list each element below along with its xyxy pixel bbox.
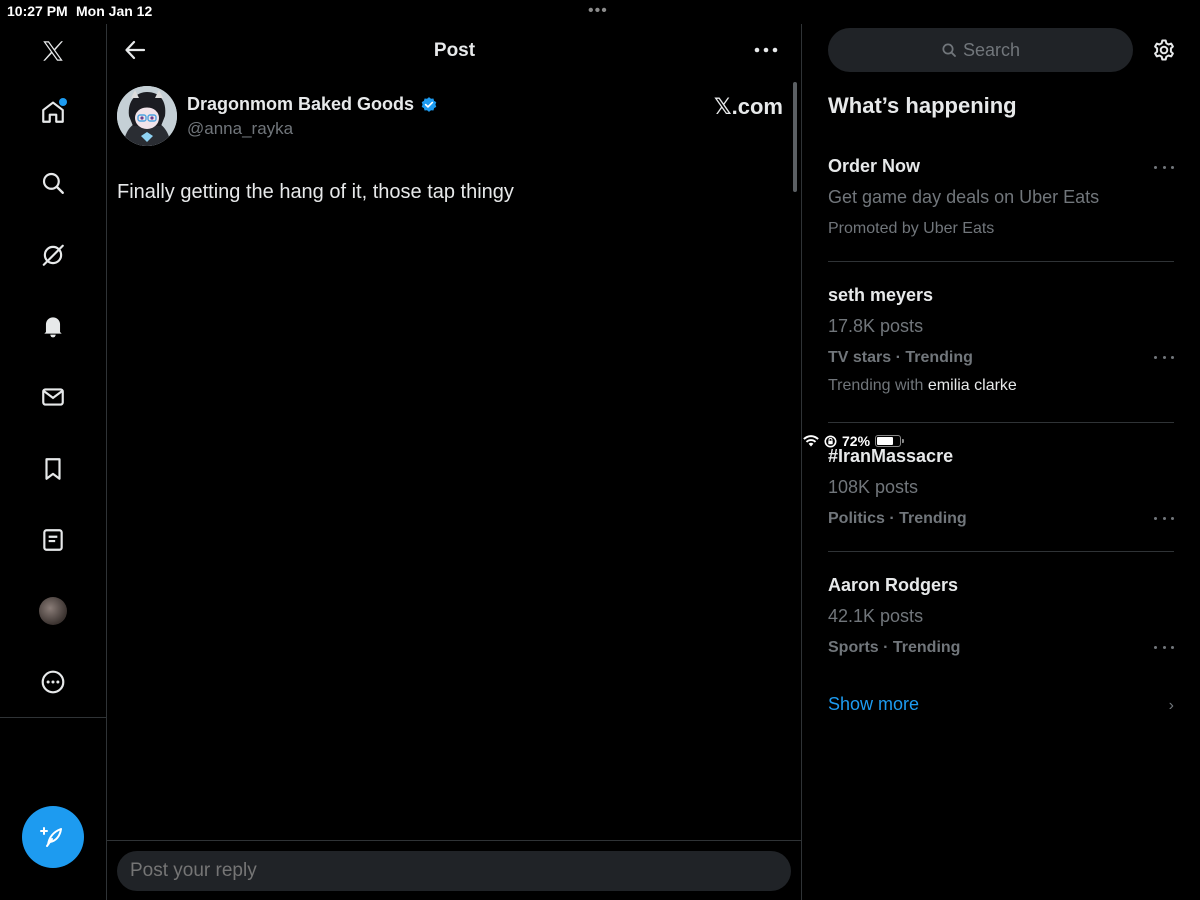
- nav-grok[interactable]: [36, 238, 70, 272]
- trend-title: Aaron Rodgers: [828, 575, 959, 595]
- trend-title: #IranMassacre: [828, 446, 954, 466]
- trend-post-count: 42.1K posts: [828, 606, 924, 626]
- nav-lists[interactable]: [36, 523, 70, 557]
- multitasking-dots-icon[interactable]: •••: [588, 2, 608, 20]
- trend-related: Trending with emilia clarke: [828, 377, 1017, 395]
- lists-icon: [43, 529, 63, 551]
- scrollbar[interactable]: [793, 82, 797, 192]
- nav-notifications[interactable]: [36, 309, 70, 343]
- nav-more[interactable]: [36, 665, 70, 699]
- trend-related-prefix: Trending with: [828, 377, 928, 394]
- post-header: Post: [107, 24, 802, 76]
- trend-more-icon[interactable]: [1154, 642, 1174, 652]
- nav-explore[interactable]: [36, 166, 70, 200]
- trend-item[interactable]: Order Now Get game day deals on Uber Eat…: [828, 156, 1174, 246]
- search-placeholder: Search: [962, 39, 1021, 60]
- x-logo-icon: [43, 41, 63, 61]
- right-sidebar: Search What’s happening Order Now Get ga…: [803, 24, 1200, 900]
- settings-button[interactable]: [1150, 36, 1178, 64]
- whats-happening-title: What’s happening: [828, 93, 1017, 118]
- status-time: 10:27 PM: [7, 3, 68, 19]
- more-horizontal-icon: [754, 47, 778, 53]
- search-icon: [42, 172, 64, 194]
- author-avatar-image: [117, 86, 177, 146]
- author-handle[interactable]: @anna_rayka: [187, 119, 293, 139]
- trend-promoted: Promoted by Uber Eats: [828, 220, 995, 237]
- nav-messages[interactable]: [36, 380, 70, 414]
- bookmark-icon: [45, 458, 61, 480]
- trend-title: seth meyers: [828, 285, 934, 305]
- trend-category: Politics · Trending: [828, 510, 967, 527]
- gear-icon: [1154, 39, 1174, 61]
- compose-feather-icon: [40, 827, 62, 847]
- trend-divider: [828, 422, 1174, 423]
- trend-divider: [828, 551, 1174, 552]
- nav-profile[interactable]: [36, 594, 70, 628]
- trend-post-count: 108K posts: [828, 477, 919, 497]
- trend-item[interactable]: #IranMassacre 108K posts Politics · Tren…: [828, 446, 1174, 536]
- compose-button[interactable]: [22, 806, 84, 868]
- trend-related-term[interactable]: emilia clarke: [928, 377, 1017, 394]
- trend-title: Order Now: [828, 156, 921, 176]
- x-logo[interactable]: [36, 34, 70, 68]
- reply-input[interactable]: [117, 851, 791, 891]
- nav-divider: [0, 717, 107, 718]
- author-name[interactable]: Dragonmom Baked Goods: [187, 94, 438, 115]
- trend-more-icon[interactable]: [1154, 162, 1174, 172]
- author-avatar[interactable]: [117, 86, 177, 146]
- post-column: Post Dragonmom Baked Goods @anna_rayka 𝕏…: [107, 24, 802, 900]
- trend-item[interactable]: Aaron Rodgers 42.1K posts Sports · Trend…: [828, 575, 1174, 665]
- page-title: Post: [433, 40, 476, 61]
- trend-more-icon[interactable]: [1154, 513, 1174, 523]
- status-bar: 10:27 PM Mon Jan 12 ••• 72%: [0, 0, 1200, 449]
- more-circle-icon: [41, 670, 65, 694]
- reply-divider: [107, 840, 802, 841]
- post-text: Finally getting the hang of it, those ta…: [117, 181, 514, 203]
- show-more-link[interactable]: Show more ›: [828, 694, 1174, 715]
- search-icon: [942, 43, 956, 57]
- trend-category: Sports · Trending: [828, 639, 961, 656]
- nav-home[interactable]: [36, 95, 70, 129]
- trend-item[interactable]: seth meyers 17.8K posts TV stars · Trend…: [828, 285, 1174, 405]
- trend-category: TV stars · Trending: [828, 349, 973, 366]
- mail-icon: [42, 388, 64, 406]
- trend-post-count: 17.8K posts: [828, 316, 924, 336]
- search-field[interactable]: Search: [828, 28, 1133, 72]
- trend-more-icon[interactable]: [1154, 352, 1174, 362]
- bell-icon: [44, 317, 62, 338]
- source-label: 𝕏.com: [713, 94, 783, 119]
- nav-bookmarks[interactable]: [36, 452, 70, 486]
- unread-dot: [59, 98, 67, 106]
- verified-badge-icon: [421, 96, 437, 112]
- trend-subtitle: Get game day deals on Uber Eats: [828, 187, 1100, 207]
- trend-divider: [828, 261, 1174, 262]
- status-date: Mon Jan 12: [76, 3, 153, 19]
- left-nav: [0, 24, 107, 900]
- show-more-label: Show more: [828, 694, 920, 714]
- chevron-right-icon: ›: [1168, 697, 1174, 714]
- post-more-button[interactable]: [750, 36, 782, 64]
- grok-icon: [42, 244, 64, 266]
- profile-avatar: [39, 597, 67, 625]
- author-name-text: Dragonmom Baked Goods: [187, 94, 415, 114]
